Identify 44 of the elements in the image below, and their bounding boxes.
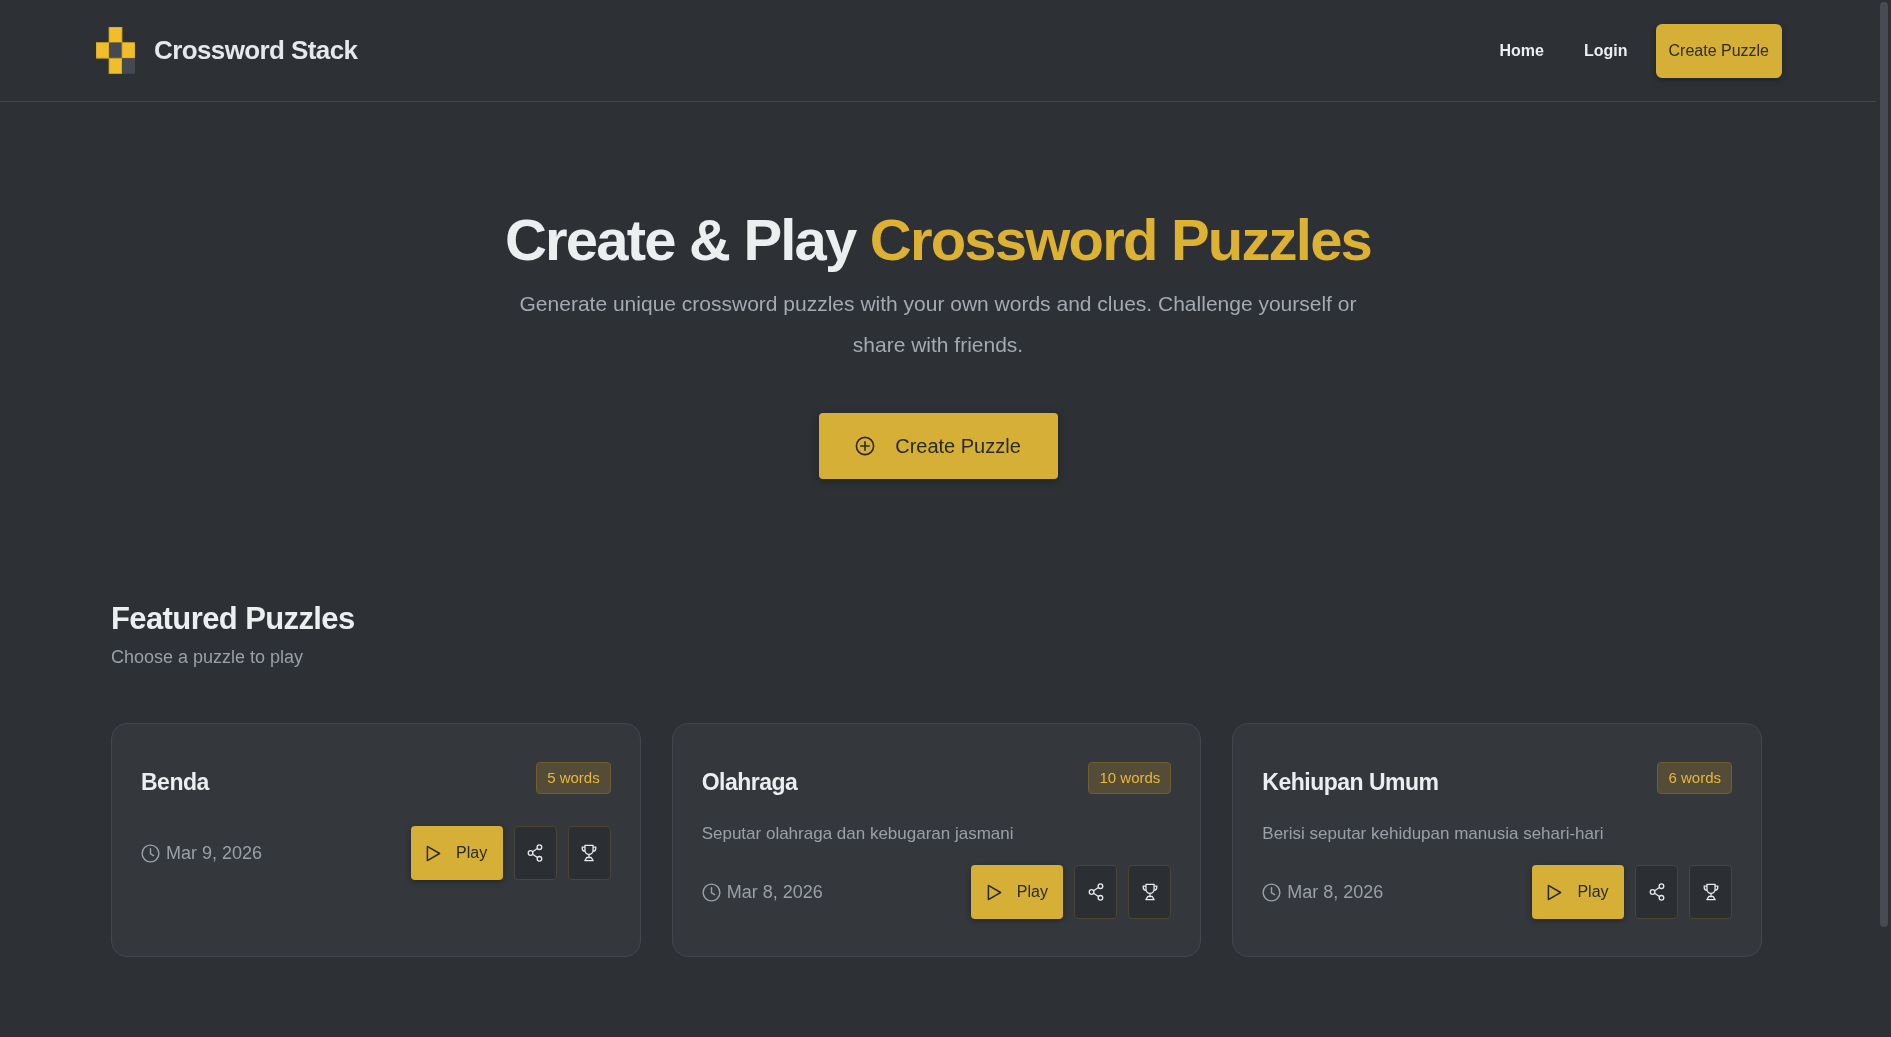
puzzle-date: Mar 8, 2026 xyxy=(726,881,823,903)
play-icon xyxy=(426,844,442,862)
trophy-button[interactable] xyxy=(1689,865,1732,919)
play-button[interactable]: Play xyxy=(1532,865,1624,919)
puzzle-title: Benda xyxy=(141,769,209,796)
share-button[interactable] xyxy=(1635,865,1678,919)
trophy-icon xyxy=(1140,883,1159,901)
puzzle-description: Seputar olahraga dan kebugaran jasmani xyxy=(701,823,1015,845)
scrollbar-thumb[interactable] xyxy=(1879,2,1888,927)
play-button[interactable]: Play xyxy=(971,865,1064,919)
play-icon xyxy=(1547,883,1563,901)
play-button[interactable]: Play xyxy=(410,826,503,880)
puzzle-title: Kehiupan Umum xyxy=(1262,769,1439,796)
create-puzzle-button[interactable]: Create Puzzle xyxy=(1655,23,1782,78)
puzzle-description: Berisi seputar kehidupan manusia sehari-hari xyxy=(1262,823,1605,845)
share-icon xyxy=(1648,883,1665,901)
word-count-badge: 6 words xyxy=(1657,761,1732,794)
create-puzzle-button[interactable]: Create Puzzle xyxy=(818,413,1058,479)
trophy-button[interactable] xyxy=(567,826,611,880)
puzzle-title: Olahraga xyxy=(701,769,798,796)
word-count-badge: 5 words xyxy=(536,761,611,794)
puzzle-date: Mar 8, 2026 xyxy=(1287,881,1384,903)
nav-link[interactable]: Login xyxy=(1583,33,1628,68)
section-title: Featured Puzzles xyxy=(111,600,356,638)
share-button[interactable] xyxy=(513,826,557,880)
hero-subtitle: Generate unique crossword puzzles with your own words and clues. Challenge yourself or share with friends. xyxy=(518,291,1358,358)
clock-icon xyxy=(701,882,721,902)
trophy-button[interactable] xyxy=(1128,865,1172,919)
trophy-icon xyxy=(580,844,599,862)
section-subtitle: Choose a puzzle to play xyxy=(111,646,305,669)
trophy-icon xyxy=(1701,883,1720,901)
clock-icon xyxy=(1262,882,1282,902)
brand-name: Crossword Stack xyxy=(154,35,358,66)
logo-icon xyxy=(96,27,135,74)
play-icon xyxy=(986,883,1002,901)
share-icon xyxy=(527,844,544,862)
word-count-badge: 10 words xyxy=(1088,761,1172,794)
share-icon xyxy=(1087,883,1104,901)
nav-link[interactable]: Home xyxy=(1499,33,1544,68)
hero-title: Create & Play Crossword Puzzles xyxy=(504,206,1372,274)
clock-icon xyxy=(141,843,160,863)
plus-circle-icon xyxy=(855,436,876,456)
share-button[interactable] xyxy=(1074,865,1118,919)
puzzle-date: Mar 9, 2026 xyxy=(166,842,263,864)
